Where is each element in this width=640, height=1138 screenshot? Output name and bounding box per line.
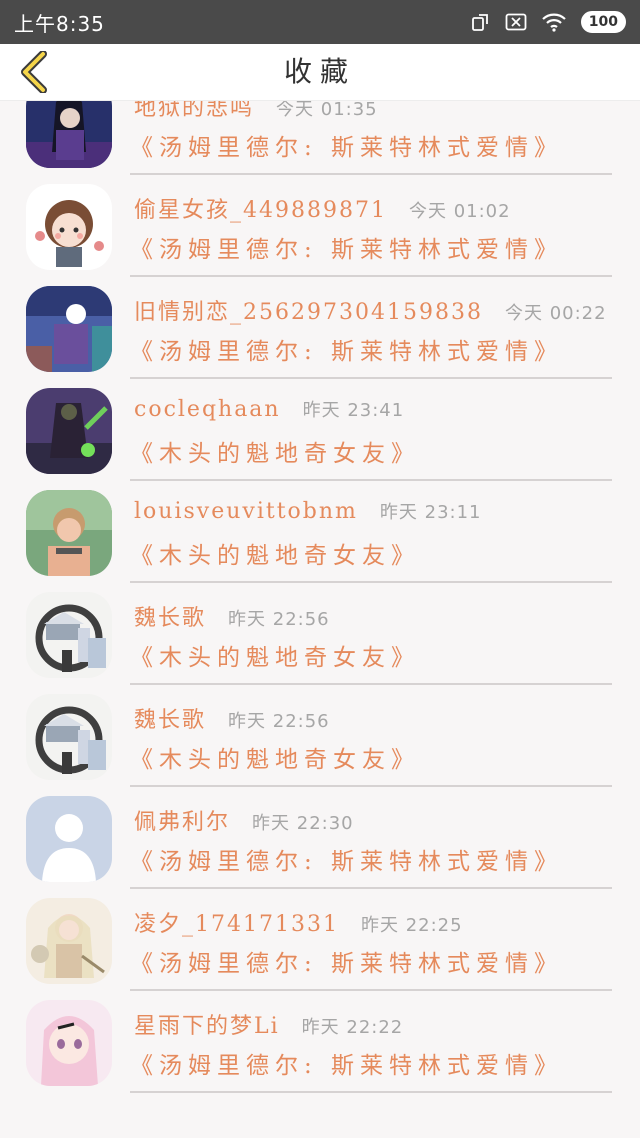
favorite-info: 佩弗利尔 昨天 22:30 《汤姆里德尔: 斯莱特林式爱情》: [130, 786, 612, 889]
favorite-info: 凌夕_174171331 昨天 22:25 《汤姆里德尔: 斯莱特林式爱情》: [130, 888, 612, 991]
user-name[interactable]: louisveuvittobnm: [134, 499, 358, 524]
nav-bar: 收藏: [0, 44, 640, 101]
favorite-item[interactable]: 魏长歌 昨天 22:56 《木头的魁地奇女友》: [0, 684, 640, 787]
favorite-header-line: 星雨下的梦Li 昨天 22:22: [134, 1008, 403, 1040]
favorite-info: cocleqhaan 昨天 23:41 《木头的魁地奇女友》: [130, 378, 612, 481]
book-title-link[interactable]: 《木头的魁地奇女友》: [130, 740, 420, 774]
favorite-info: 魏长歌 昨天 22:56 《木头的魁地奇女友》: [130, 582, 612, 685]
favorite-item[interactable]: 佩弗利尔 昨天 22:30 《汤姆里德尔: 斯莱特林式爱情》: [0, 786, 640, 889]
favorite-time: 昨天 22:30: [252, 813, 354, 834]
user-avatar[interactable]: [26, 490, 112, 576]
book-title-link[interactable]: 《汤姆里德尔: 斯莱特林式爱情》: [130, 1046, 563, 1080]
book-title-link[interactable]: 《汤姆里德尔: 斯莱特林式爱情》: [130, 842, 563, 876]
book-title-link[interactable]: 《汤姆里德尔: 斯莱特林式爱情》: [130, 944, 563, 978]
favorite-info: 星雨下的梦Li 昨天 22:22 《汤姆里德尔: 斯莱特林式爱情》: [130, 990, 612, 1093]
user-name[interactable]: cocleqhaan: [134, 397, 281, 422]
favorite-info: 偷星女孩_449889871 今天 01:02 《汤姆里德尔: 斯莱特林式爱情》: [130, 174, 612, 277]
battery-indicator: 100: [580, 11, 626, 33]
user-avatar[interactable]: [26, 1000, 112, 1086]
favorite-header-line: 魏长歌 昨天 22:56: [134, 702, 330, 734]
wifi-icon: [541, 12, 567, 32]
favorite-time: 昨天 23:41: [302, 400, 405, 421]
user-name[interactable]: 星雨下的梦Li: [134, 1008, 280, 1040]
favorite-time: 昨天 22:56: [228, 711, 330, 732]
user-name[interactable]: 旧情别恋_256297304159838: [134, 294, 483, 326]
user-avatar[interactable]: [26, 286, 112, 372]
favorite-item[interactable]: 星雨下的梦Li 昨天 22:22 《汤姆里德尔: 斯莱特林式爱情》: [0, 990, 640, 1093]
favorite-header-line: 旧情别恋_256297304159838 今天 00:22: [134, 294, 607, 326]
user-name[interactable]: 凌夕_174171331: [134, 906, 339, 938]
book-title-link[interactable]: 《汤姆里德尔: 斯莱特林式爱情》: [130, 128, 563, 162]
user-name[interactable]: 佩弗利尔: [134, 804, 230, 836]
page-title: 收藏: [283, 55, 356, 88]
status-bar: 上午8:35 100: [0, 0, 640, 44]
book-title-link[interactable]: 《木头的魁地奇女友》: [130, 434, 420, 468]
book-title-link[interactable]: 《木头的魁地奇女友》: [130, 536, 420, 570]
favorite-header-line: 佩弗利尔 昨天 22:30: [134, 804, 354, 836]
favorite-header-line: 偷星女孩_449889871 今天 01:02: [134, 192, 511, 224]
user-avatar[interactable]: [26, 796, 112, 882]
favorite-header-line: cocleqhaan 昨天 23:41: [134, 396, 404, 422]
favorite-time: 今天 00:22: [504, 303, 607, 324]
favorite-item[interactable]: 偷星女孩_449889871 今天 01:02 《汤姆里德尔: 斯莱特林式爱情》: [0, 174, 640, 277]
favorite-header-line: 凌夕_174171331 昨天 22:25: [134, 906, 463, 938]
screen-rotate-icon: [471, 12, 491, 32]
favorite-item[interactable]: 凌夕_174171331 昨天 22:25 《汤姆里德尔: 斯莱特林式爱情》: [0, 888, 640, 991]
favorite-info: 魏长歌 昨天 22:56 《木头的魁地奇女友》: [130, 684, 612, 787]
favorite-item[interactable]: louisveuvittobnm 昨天 23:11 《木头的魁地奇女友》: [0, 480, 640, 583]
favorite-time: 昨天 23:11: [379, 502, 482, 523]
status-icons: 100: [471, 11, 626, 33]
favorite-item[interactable]: 旧情别恋_256297304159838 今天 00:22 《汤姆里德尔: 斯莱特林…: [0, 276, 640, 379]
user-avatar[interactable]: [26, 592, 112, 678]
favorite-info: 旧情别恋_256297304159838 今天 00:22 《汤姆里德尔: 斯莱特林…: [130, 276, 612, 379]
favorite-header-line: 魏长歌 昨天 22:56: [134, 600, 330, 632]
user-avatar[interactable]: [26, 184, 112, 270]
book-title-link[interactable]: 《木头的魁地奇女友》: [130, 638, 420, 672]
favorites-list[interactable]: 《汤姆里德尔: 斯莱特林式爱情》地狱的悲鸣今天 01:35《汤姆里德尔: 斯莱特…: [0, 44, 640, 1138]
user-avatar[interactable]: [26, 898, 112, 984]
favorite-time: 今天 01:02: [408, 201, 511, 222]
user-name[interactable]: 魏长歌: [134, 702, 206, 734]
user-avatar[interactable]: [26, 388, 112, 474]
sim-off-icon: [505, 12, 527, 32]
user-name[interactable]: 偷星女孩_449889871: [134, 192, 387, 224]
favorite-info: louisveuvittobnm 昨天 23:11 《木头的魁地奇女友》: [130, 480, 612, 583]
favorite-item[interactable]: 魏长歌 昨天 22:56 《木头的魁地奇女友》: [0, 582, 640, 685]
status-time: 上午8:35: [14, 11, 105, 36]
book-title-link[interactable]: 《汤姆里德尔: 斯莱特林式爱情》: [130, 230, 563, 264]
book-title-link[interactable]: 《汤姆里德尔: 斯莱特林式爱情》: [130, 332, 563, 366]
favorite-header-line: louisveuvittobnm 昨天 23:11: [134, 498, 482, 524]
user-name[interactable]: 魏长歌: [134, 600, 206, 632]
favorite-time: 昨天 22:25: [360, 915, 463, 936]
favorite-time: 昨天 22:56: [228, 609, 330, 630]
user-avatar[interactable]: [26, 694, 112, 780]
favorite-item[interactable]: cocleqhaan 昨天 23:41 《木头的魁地奇女友》: [0, 378, 640, 481]
favorite-time: 昨天 22:22: [301, 1017, 404, 1038]
